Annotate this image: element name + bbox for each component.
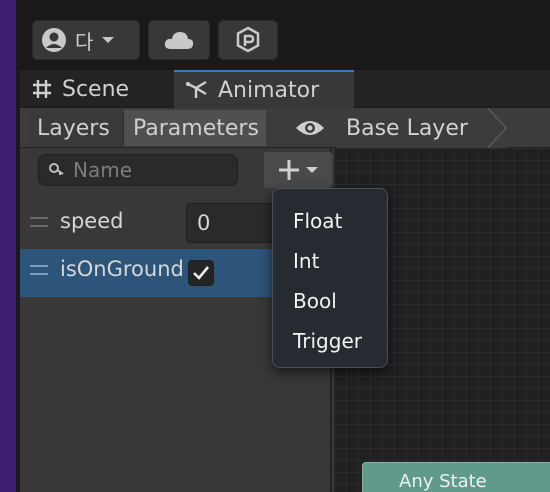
cloud-button[interactable] bbox=[148, 20, 210, 60]
cloud-icon bbox=[164, 32, 194, 49]
plus-icon bbox=[279, 160, 299, 180]
chevron-down-icon bbox=[102, 37, 115, 43]
parameter-name: isOnGround bbox=[60, 257, 182, 281]
top-toolbar: 다 bbox=[20, 0, 550, 70]
editor-tab-bar: Scene Animator bbox=[20, 70, 550, 108]
tab-animator-label: Animator bbox=[218, 77, 320, 103]
account-label: 다 bbox=[75, 29, 94, 54]
parameter-checkbox[interactable] bbox=[188, 260, 214, 286]
drag-handle-icon[interactable] bbox=[30, 265, 48, 275]
tab-animator[interactable]: Animator bbox=[174, 70, 354, 108]
menu-item-float[interactable]: Float bbox=[273, 201, 387, 241]
account-icon bbox=[42, 28, 66, 52]
search-icon bbox=[49, 163, 64, 175]
tab-scene[interactable]: Scene bbox=[20, 70, 174, 108]
collab-button[interactable] bbox=[218, 20, 278, 60]
breadcrumb-label: Base Layer bbox=[346, 115, 468, 141]
menu-item-trigger[interactable]: Trigger bbox=[273, 321, 387, 361]
tab-scene-label: Scene bbox=[62, 76, 130, 102]
animator-toolbar: Layers Parameters Base Layer bbox=[20, 108, 550, 148]
tab-layers-label: Layers bbox=[37, 115, 110, 141]
animator-icon bbox=[186, 80, 207, 98]
search-input[interactable] bbox=[73, 158, 223, 182]
breadcrumb[interactable]: Base Layer bbox=[336, 108, 506, 148]
tab-parameters-label: Parameters bbox=[133, 115, 259, 141]
drag-handle-icon[interactable] bbox=[30, 217, 48, 227]
visibility-toggle[interactable] bbox=[292, 114, 328, 142]
breadcrumb-arrow bbox=[488, 108, 508, 148]
tab-parameters[interactable]: Parameters bbox=[124, 110, 266, 146]
add-parameter-menu: Float Int Bool Trigger bbox=[272, 188, 388, 368]
tab-layers[interactable]: Layers bbox=[28, 110, 124, 146]
menu-item-int[interactable]: Int bbox=[273, 241, 387, 281]
collab-icon bbox=[236, 26, 260, 53]
any-state-node[interactable]: Any State bbox=[362, 462, 550, 492]
parameter-value: 0 bbox=[197, 211, 211, 235]
checkmark-icon bbox=[193, 266, 210, 280]
account-dropdown-button[interactable]: 다 bbox=[32, 20, 140, 60]
menu-item-bool[interactable]: Bool bbox=[273, 281, 387, 321]
chevron-down-icon bbox=[306, 167, 318, 173]
add-parameter-button[interactable] bbox=[264, 152, 332, 188]
left-side-strip bbox=[0, 0, 18, 492]
grid-icon bbox=[33, 80, 51, 98]
search-field[interactable] bbox=[38, 154, 238, 186]
parameter-name: speed bbox=[60, 209, 124, 233]
eye-icon bbox=[296, 121, 324, 135]
